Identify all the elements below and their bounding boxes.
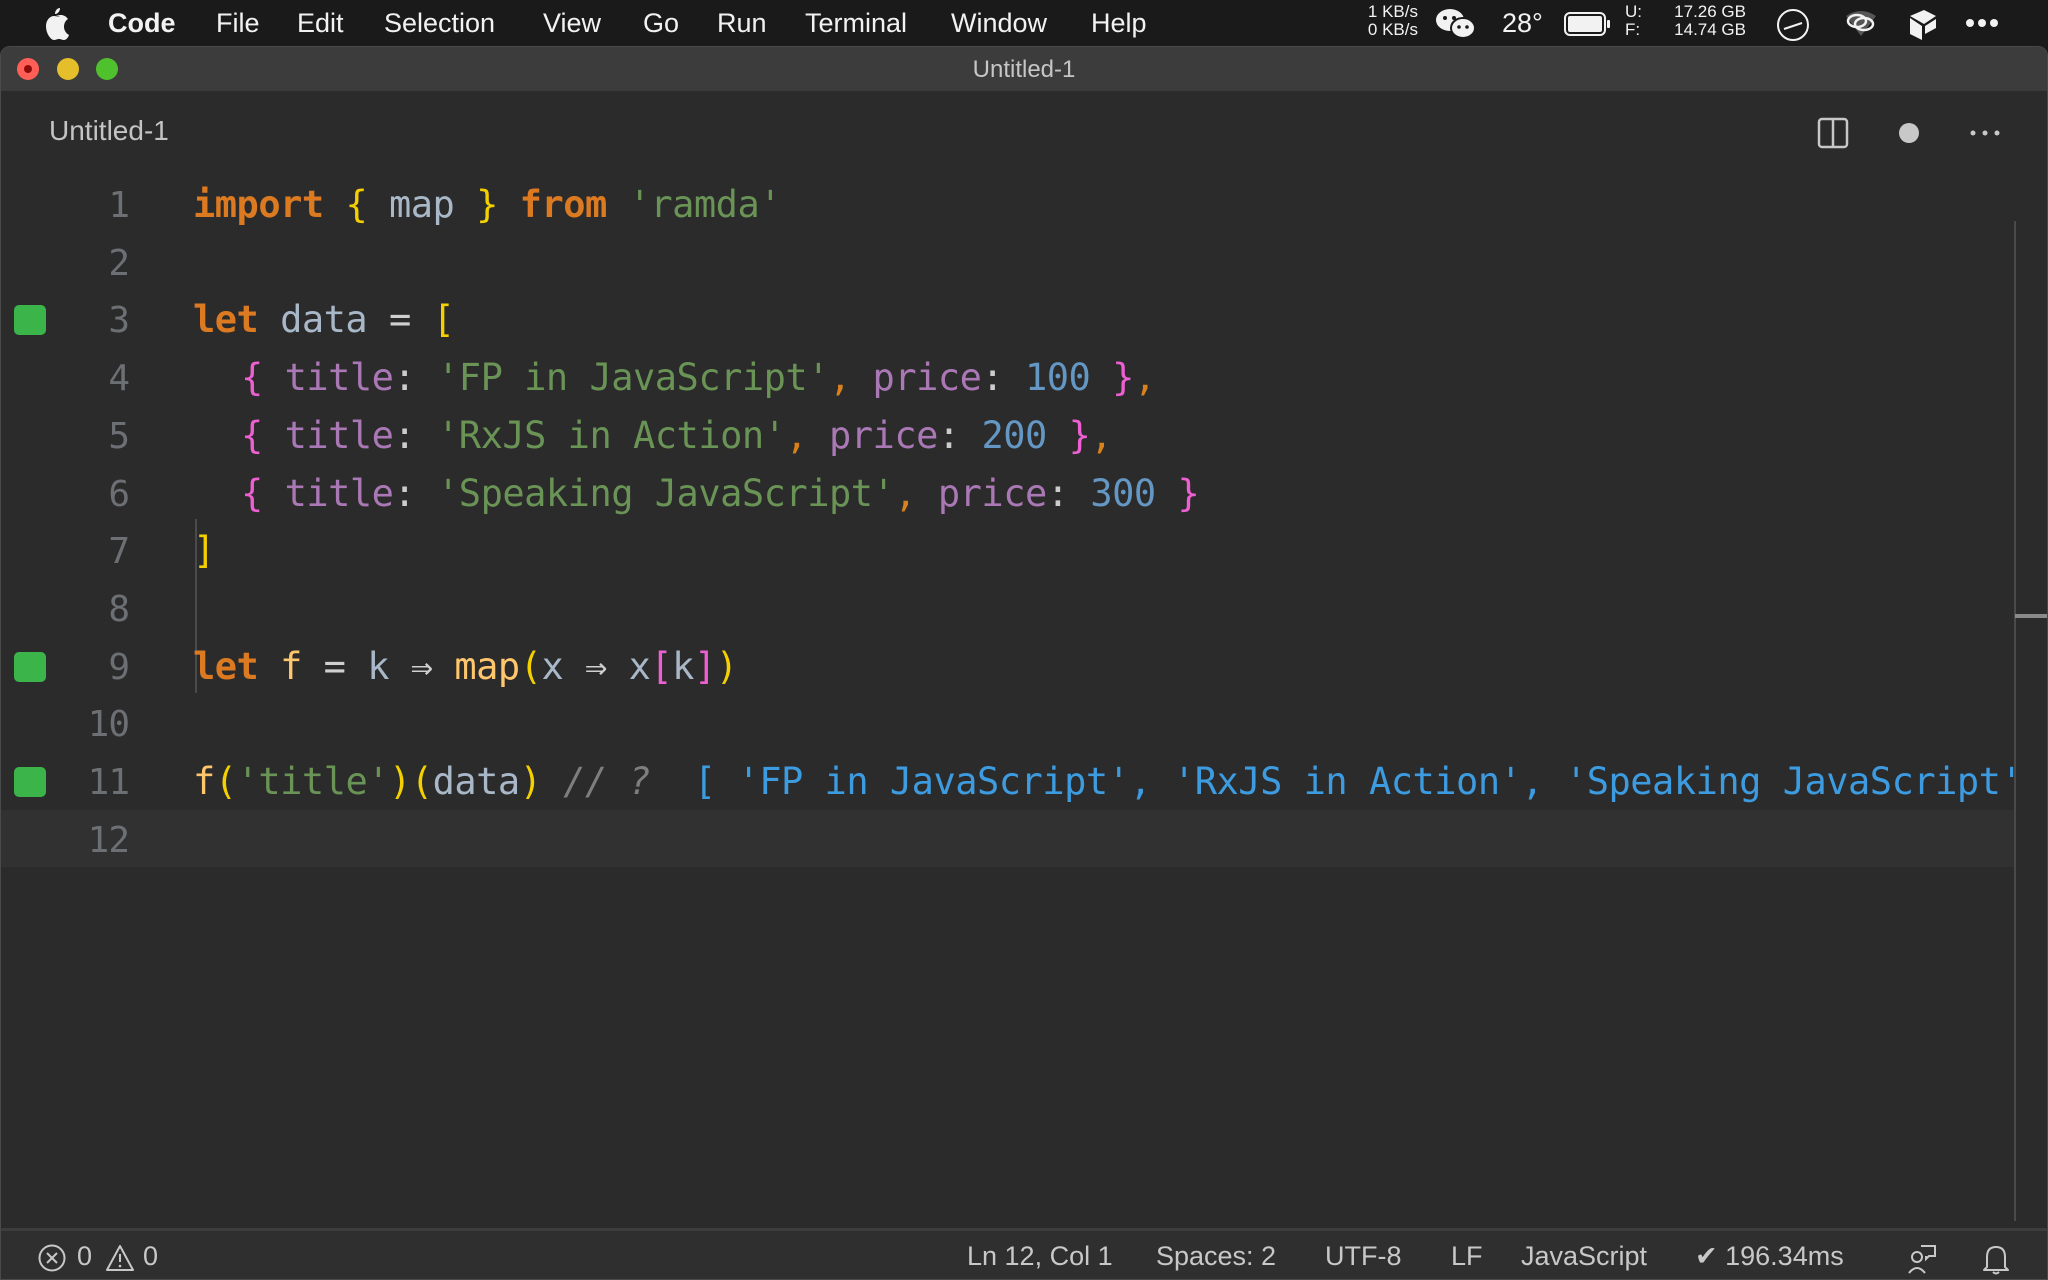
- battery-icon[interactable]: [1564, 12, 1612, 36]
- line-number: 4: [108, 358, 130, 400]
- split-editor-icon: [1817, 117, 1849, 149]
- indentation[interactable]: Spaces: 2: [1156, 1241, 1276, 1272]
- wechat-icon[interactable]: [1434, 7, 1478, 41]
- window-title: Untitled-1: [972, 56, 1076, 83]
- end-of-line[interactable]: LF: [1451, 1241, 1483, 1272]
- status-bar: 0 0 Ln 12, Col 1 Spaces: 2 UTF-8 LF Java…: [1, 1228, 2047, 1279]
- error-count[interactable]: 0: [77, 1241, 92, 1272]
- code-line-6[interactable]: 6 { title: 'Speaking JavaScript', price:…: [1, 464, 2015, 522]
- line-number: 12: [87, 819, 130, 861]
- code-line-5[interactable]: 5 { title: 'RxJS in Action', price: 200 …: [1, 406, 2015, 464]
- warning-count[interactable]: 0: [143, 1241, 158, 1272]
- vscode-window: Untitled-1 Untitled-1 1 import { map } f…: [0, 46, 2048, 1280]
- code-line-2[interactable]: 2: [1, 233, 2015, 291]
- split-editor-button[interactable]: [1815, 115, 1851, 151]
- net-down: 0 KB/s: [1367, 20, 1418, 39]
- code-line-4[interactable]: 4 { title: 'FP in JavaScript', price: 10…: [1, 348, 2015, 406]
- minimap-border: [2014, 221, 2016, 1221]
- code-content: let data = [: [193, 298, 455, 342]
- temperature[interactable]: 28°: [1502, 8, 1543, 39]
- code-editor[interactable]: 1 import { map } from 'ramda' 2 3 let da…: [1, 175, 2047, 1225]
- language-mode[interactable]: JavaScript: [1521, 1241, 1647, 1272]
- error-icon[interactable]: [37, 1243, 67, 1273]
- notifications-bell-icon[interactable]: [1981, 1243, 2011, 1275]
- line-number: 7: [108, 531, 130, 573]
- warning-icon[interactable]: [105, 1243, 135, 1273]
- line-number: 10: [87, 704, 130, 746]
- quokka-timing[interactable]: ✔ 196.34ms: [1695, 1241, 1844, 1272]
- menu-edit[interactable]: Edit: [297, 8, 344, 39]
- code-content: { title: 'RxJS in Action', price: 200 },: [241, 413, 1113, 457]
- clock-icon[interactable]: [1776, 8, 1810, 42]
- disk-labels: U: F:: [1625, 3, 1642, 39]
- line-number: 5: [108, 415, 130, 457]
- unsaved-indicator-button[interactable]: [1891, 115, 1927, 151]
- code-line-11[interactable]: 11 f('title')(data) // ? [ 'FP in JavaSc…: [1, 752, 2047, 810]
- code-content: { title: 'Speaking JavaScript', price: 3…: [241, 471, 1200, 515]
- apple-icon[interactable]: [40, 6, 70, 40]
- disk-usage[interactable]: 17.26 GB 14.74 GB: [1660, 3, 1746, 39]
- menu-window[interactable]: Window: [951, 8, 1047, 39]
- menu-help[interactable]: Help: [1091, 8, 1147, 39]
- overview-ruler-cursor[interactable]: [2015, 614, 2047, 618]
- code-line-7[interactable]: 7 ]: [1, 521, 2015, 579]
- code-line-1[interactable]: 1 import { map } from 'ramda': [1, 175, 2015, 233]
- line-number: 11: [87, 762, 130, 803]
- encoding[interactable]: UTF-8: [1325, 1241, 1402, 1272]
- title-bar: Untitled-1: [1, 47, 2047, 91]
- more-actions-button[interactable]: [1967, 115, 2003, 151]
- menu-app-name[interactable]: Code: [108, 8, 176, 39]
- menu-terminal[interactable]: Terminal: [805, 8, 907, 39]
- code-content: { title: 'FP in JavaScript', price: 100 …: [241, 356, 1156, 400]
- link-icon[interactable]: [1842, 8, 1880, 38]
- network-speed[interactable]: 1 KB/s 0 KB/s: [1360, 3, 1418, 39]
- code-line-8[interactable]: 8: [1, 579, 2015, 637]
- code-line-12[interactable]: 12: [1, 809, 2015, 868]
- line-number: 2: [108, 242, 130, 284]
- menu-file[interactable]: File: [216, 8, 260, 39]
- disk-used: 17.26 GB: [1674, 2, 1746, 21]
- line-number: 3: [108, 300, 130, 342]
- code-content: ]: [193, 529, 215, 573]
- line-number: 9: [108, 646, 130, 688]
- line-number: 6: [108, 473, 130, 515]
- disk-free-label: F:: [1625, 20, 1641, 39]
- code-line-9[interactable]: 9 let f = k ⇒ map(x ⇒ x[k]): [1, 637, 2015, 695]
- more-icon[interactable]: [1964, 8, 2000, 38]
- code-line-10[interactable]: 10: [1, 694, 2015, 752]
- code-content: import { map } from 'ramda': [193, 183, 782, 226]
- box-icon[interactable]: [1908, 8, 1938, 42]
- inline-result: [ 'FP in JavaScript', 'RxJS in Action', …: [693, 760, 2048, 803]
- menu-view[interactable]: View: [543, 8, 601, 39]
- menu-bar: Code File Edit Selection View Go Run Ter…: [0, 0, 2048, 46]
- line-number: 1: [108, 185, 130, 226]
- menu-selection[interactable]: Selection: [384, 8, 495, 39]
- line-number: 8: [108, 588, 130, 630]
- code-line-3[interactable]: 3 let data = [: [1, 290, 2015, 348]
- menu-go[interactable]: Go: [643, 8, 679, 39]
- code-content: let f = k ⇒ map(x ⇒ x[k]): [193, 644, 738, 688]
- editor-tab-bar: Untitled-1: [1, 91, 2047, 175]
- menu-run[interactable]: Run: [717, 8, 767, 39]
- cursor-position[interactable]: Ln 12, Col 1: [967, 1241, 1113, 1272]
- unsaved-dot-icon: [1899, 123, 1919, 143]
- net-up: 1 KB/s: [1367, 2, 1418, 21]
- more-actions-icon: [1970, 130, 2000, 136]
- tab-untitled-1[interactable]: Untitled-1: [49, 115, 169, 147]
- disk-free: 14.74 GB: [1674, 20, 1746, 39]
- disk-used-label: U:: [1625, 2, 1642, 21]
- feedback-icon[interactable]: [1907, 1243, 1939, 1275]
- code-content: f('title')(data) // ? [ 'FP in JavaScrip…: [193, 760, 2048, 803]
